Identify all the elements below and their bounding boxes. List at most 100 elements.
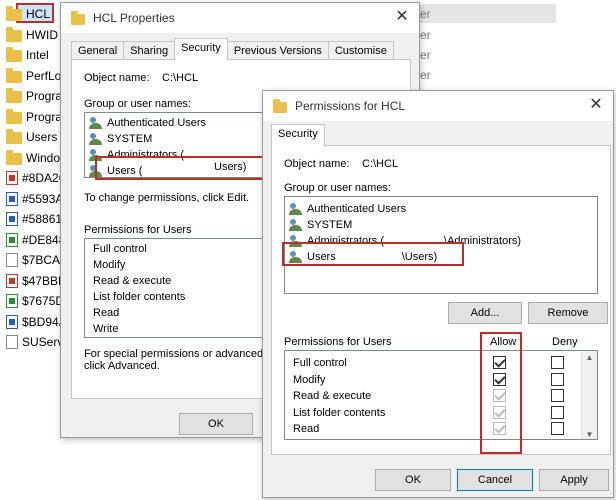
properties-titlebar: HCL Properties ✕ <box>61 3 419 33</box>
list-item[interactable]: Progran <box>0 86 69 106</box>
close-icon[interactable]: ✕ <box>393 8 411 26</box>
permissions-header: Permissions for Users <box>284 336 392 348</box>
object-name-label: Object name: <box>284 158 350 170</box>
list-item[interactable]: $BD94A <box>0 312 67 332</box>
users-highlight-box <box>282 242 464 266</box>
file-name: $7675D <box>22 294 65 308</box>
permission-row: Full control <box>93 243 147 255</box>
scroll-down-icon[interactable]: ▼ <box>582 430 597 439</box>
folder-icon <box>6 6 22 21</box>
file-name: #5593A <box>22 191 64 206</box>
permission-row: List folder contents <box>293 406 386 419</box>
plain-file-icon <box>6 253 18 267</box>
permission-row: Read & execute <box>93 275 172 287</box>
list-item[interactable]: HCL <box>0 4 50 24</box>
list-item[interactable]: $7675D <box>0 291 64 311</box>
folder-icon <box>273 98 287 113</box>
type-column-text: er <box>420 28 431 42</box>
change-permissions-hint: To change permissions, click Edit. <box>84 192 250 204</box>
list-item[interactable]: SUServi <box>0 332 66 352</box>
deny-column-header: Deny <box>552 336 578 348</box>
list-item[interactable]: PerfLog <box>0 66 68 86</box>
object-name-value: C:\HCL <box>362 158 399 170</box>
apply-button[interactable]: Apply <box>539 469 609 491</box>
permissions-list: Full control Modify Read & execute List fol… <box>284 350 598 440</box>
remove-button[interactable]: Remove <box>528 302 608 324</box>
allow-highlight-box <box>480 332 522 454</box>
object-name-value: C:\HCL <box>162 72 199 84</box>
file-name: HWID <box>26 27 58 42</box>
doc-file-icon <box>6 191 18 206</box>
list-item[interactable]: SYSTEM <box>89 131 152 147</box>
user-group-icon <box>289 203 303 215</box>
list-item[interactable]: $47BBD <box>0 271 67 291</box>
close-icon[interactable]: ✕ <box>587 96 605 114</box>
permissions-tabs: Security <box>271 124 325 147</box>
list-item[interactable]: #58861 <box>0 209 62 229</box>
permissions-scrollbar[interactable]: ▲ ▼ <box>581 351 597 439</box>
special-permissions-hint: For special permissions or advanced set <box>84 348 281 360</box>
file-name: Users <box>26 130 58 144</box>
permissions-window: Permissions for HCL ✕ Security Object na… <box>262 90 614 498</box>
xls-file-icon <box>6 232 18 247</box>
type-column-text: er <box>420 48 431 62</box>
group-users-label: Group or user names: <box>84 98 191 110</box>
list-item[interactable]: Authenticated Users <box>289 201 406 217</box>
list-item[interactable]: Intel <box>0 45 49 65</box>
file-name: #DE848 <box>22 232 66 247</box>
folder-icon <box>71 10 85 25</box>
list-item[interactable]: #8DA2C <box>0 168 67 188</box>
list-item[interactable]: #5593A <box>0 189 63 209</box>
permission-row: Modify <box>293 373 326 386</box>
type-column-text: er <box>420 7 431 21</box>
permissions-list: Full control Modify Read & execute List … <box>84 238 274 338</box>
cancel-button[interactable]: Cancel <box>457 469 533 491</box>
tab-sharing[interactable]: Sharing <box>123 41 176 61</box>
click-advanced-hint: click Advanced. <box>84 360 160 372</box>
tab-security[interactable]: Security <box>174 38 228 61</box>
list-item[interactable]: $7BCAF <box>0 250 67 270</box>
selected-row-highlight <box>420 4 556 23</box>
list-item[interactable]: Authenticated Users <box>89 115 206 131</box>
deny-checkbox[interactable] <box>551 372 564 386</box>
list-item[interactable]: SYSTEM <box>289 217 352 233</box>
permission-row: Read & execute <box>293 390 372 402</box>
deny-checkbox[interactable] <box>551 389 564 402</box>
deny-checkbox[interactable] <box>551 356 564 369</box>
properties-tabs: General Sharing Security Previous Versio… <box>71 38 394 61</box>
ok-button[interactable]: OK <box>375 469 451 491</box>
plain-file-icon <box>6 335 18 349</box>
add-button[interactable]: Add... <box>448 302 522 324</box>
folder-icon <box>6 108 22 124</box>
file-name: HCL <box>26 7 51 21</box>
tab-customise[interactable]: Customise <box>327 41 394 61</box>
permission-row: Full control <box>293 357 347 369</box>
permission-row: Modify <box>93 259 126 271</box>
list-item[interactable]: Users <box>0 127 57 147</box>
folder-icon <box>6 47 22 62</box>
deny-checkbox[interactable] <box>551 422 564 435</box>
folder-icon <box>6 26 22 42</box>
list-item[interactable]: Progran <box>0 107 69 127</box>
doc-file-icon <box>6 314 18 329</box>
permission-row: Read <box>293 423 320 435</box>
tab-security[interactable]: Security <box>271 124 325 147</box>
list-item[interactable]: Window <box>0 148 69 168</box>
file-name: #58861 <box>22 212 63 226</box>
tab-general[interactable]: General <box>71 41 125 61</box>
scroll-up-icon[interactable]: ▲ <box>582 353 597 362</box>
xls-file-icon <box>6 294 18 308</box>
properties-ok-button[interactable]: OK <box>179 413 253 435</box>
list-item[interactable]: HWID <box>0 25 58 45</box>
deny-checkbox[interactable] <box>551 405 564 419</box>
properties-title: HCL Properties <box>93 11 175 25</box>
list-item[interactable]: #DE848 <box>0 230 65 250</box>
user-group-icon <box>89 133 103 145</box>
tab-previous-versions[interactable]: Previous Versions <box>226 41 329 61</box>
doc-file-icon <box>6 212 18 226</box>
users-suffix: Users) <box>214 161 247 173</box>
group-users-label: Group or user names: <box>284 182 391 194</box>
folder-icon <box>6 88 22 103</box>
folder-icon <box>6 67 22 83</box>
user-group-icon <box>89 117 103 129</box>
